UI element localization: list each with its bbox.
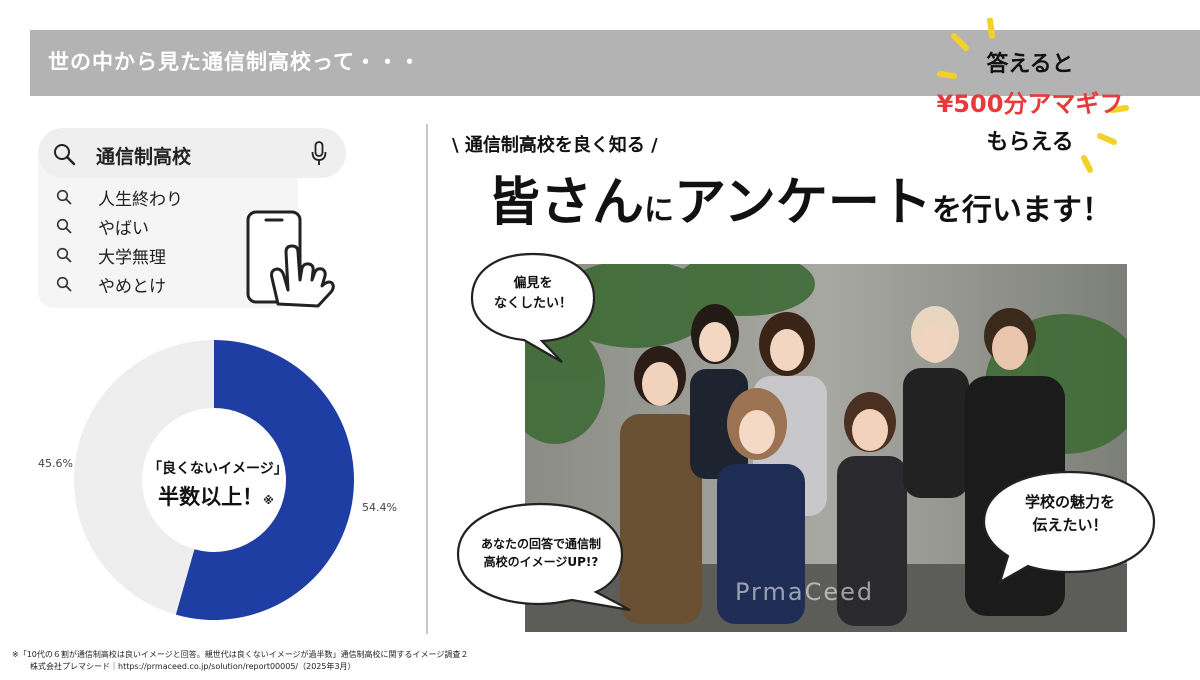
heading-survey: アンケート (674, 173, 932, 233)
bubble-text-image-up: あなたの回答で通信制 高校のイメージUP!? (460, 535, 622, 571)
donut-center-headline: 半数以上！※ (148, 481, 284, 511)
bubble-line: あなたの回答で通信制 (480, 537, 601, 551)
suggestion-search-icon (56, 276, 72, 292)
bubble-line: 伝えたい！ (1032, 515, 1108, 534)
search-query: 通信制高校 (96, 146, 192, 168)
suggestion-search-icon (56, 189, 72, 205)
promo-badge: 答えると ¥500分アマギフ もらえる (930, 18, 1130, 188)
heading-conduct: を行います！ (931, 193, 1112, 228)
sub-heading: \ 通信制高校を良く知る / (452, 135, 658, 156)
donut-center-caption: 「良くないイメージ」 (148, 461, 288, 477)
donut-label-gray: 45.6% (38, 457, 73, 470)
heading-particle: に (644, 193, 675, 228)
suggestion-item[interactable]: 大学無理 (98, 243, 166, 268)
search-input[interactable] (38, 128, 346, 178)
promo-line-1: 答えると (986, 52, 1074, 77)
promo-line-3: もらえる (986, 130, 1074, 155)
page-title: 世の中から見た通信制高校って・・・ (48, 50, 421, 74)
suggestion-search-icon (56, 218, 72, 234)
bubble-line: なくしたい！ (493, 295, 572, 311)
donut-center-headline-text: 半数以上！ (158, 485, 264, 509)
suggestion-item[interactable]: やめとけ (98, 272, 166, 297)
footnote-line-2: 株式会社プレマシード｜https://prmaceed.co.jp/soluti… (30, 662, 356, 671)
suggestion-search-icon (56, 247, 72, 263)
bubble-line: 学校の魅力を (1024, 493, 1115, 511)
donut-label-blue: 54.4% (362, 501, 397, 514)
promo-line-2: ¥500分アマギフ (936, 90, 1124, 118)
suggestion-item[interactable]: やばい (98, 214, 149, 239)
vertical-divider (426, 124, 428, 634)
smartphone-tap-icon (246, 210, 335, 308)
footnote-line-1: ※「10代の６割が通信制高校は良いイメージと回答。親世代は良くないイメージが過半… (12, 650, 469, 659)
bubble-text-appeal: 学校の魅力を 伝えたい！ (990, 491, 1150, 536)
footnote-mark: ※ (263, 494, 274, 507)
suggestion-item[interactable]: 人生終わり (98, 185, 183, 210)
bubble-line: 偏見を (513, 276, 553, 291)
photo-watermark: PrmaCeed (735, 578, 875, 606)
microphone-icon[interactable] (311, 141, 327, 167)
bubble-text-prejudice: 偏見を なくしたい！ (474, 274, 592, 313)
bubble-line: 高校のイメージUP!? (483, 555, 599, 569)
search-icon (54, 144, 76, 166)
heading-everyone: 皆さん (488, 173, 645, 233)
donut-chart (74, 340, 354, 620)
